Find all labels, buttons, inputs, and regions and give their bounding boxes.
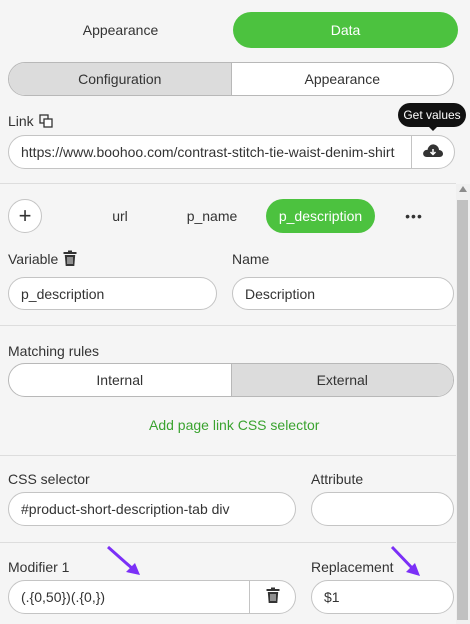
segment-internal[interactable]: Internal xyxy=(9,364,231,396)
add-page-link-css-selector[interactable]: Add page link CSS selector xyxy=(149,417,319,433)
matching-rules-segment: Internal External xyxy=(8,363,454,397)
modifier-label: Modifier 1 xyxy=(8,559,70,575)
get-values-tooltip: Get values xyxy=(398,103,466,127)
tab-data[interactable]: Data xyxy=(233,12,458,48)
annotation-arrow-modifier xyxy=(107,545,140,575)
attribute-input[interactable] xyxy=(311,492,454,526)
get-values-button[interactable] xyxy=(411,135,455,169)
divider xyxy=(0,183,456,184)
top-tabs: Appearance Data xyxy=(8,12,458,48)
trash-icon xyxy=(266,587,280,607)
css-selector-label: CSS selector xyxy=(8,471,90,487)
more-options-button[interactable]: ••• xyxy=(396,200,432,232)
divider xyxy=(0,325,456,326)
variable-label: Variable xyxy=(8,251,59,267)
replacement-input[interactable]: $1 xyxy=(311,580,454,614)
variable-label-row: Variable xyxy=(8,250,79,268)
link-input[interactable]: https://www.boohoo.com/contrast-stitch-t… xyxy=(8,135,412,169)
name-label: Name xyxy=(232,251,270,267)
segment-appearance[interactable]: Appearance xyxy=(230,63,454,95)
segment-external[interactable]: External xyxy=(230,364,453,396)
delete-modifier-button[interactable] xyxy=(249,580,296,614)
scrollbar-thumb[interactable] xyxy=(457,200,468,620)
link-label: Link xyxy=(8,113,34,129)
variable-chip-p-description[interactable]: p_description xyxy=(266,199,375,233)
attribute-label: Attribute xyxy=(311,471,364,487)
more-dots-icon: ••• xyxy=(405,208,423,224)
tab-appearance[interactable]: Appearance xyxy=(8,12,233,48)
name-input[interactable]: Description xyxy=(232,277,454,310)
config-appearance-segment: Configuration Appearance xyxy=(8,62,454,96)
tooltip-arrow xyxy=(428,126,438,131)
modifier-input[interactable]: (.{0,50})(.{0,}) xyxy=(8,580,250,614)
link-label-row: Link xyxy=(8,113,53,129)
matching-rules-label: Matching rules xyxy=(8,343,100,359)
copy-icon[interactable] xyxy=(39,114,53,128)
cloud-download-icon xyxy=(422,143,444,162)
variable-chip-p-name[interactable]: p_name xyxy=(178,200,246,232)
css-selector-input[interactable]: #product-short-description-tab div xyxy=(8,492,296,526)
variable-chip-url[interactable]: url xyxy=(96,200,144,232)
trash-icon[interactable] xyxy=(63,250,79,268)
plus-icon: + xyxy=(18,203,32,228)
scroll-up-arrow-icon[interactable] xyxy=(459,186,467,192)
add-variable-button[interactable]: + xyxy=(8,199,42,233)
annotation-arrow-replacement xyxy=(390,545,420,576)
variable-input[interactable]: p_description xyxy=(8,277,217,310)
segment-configuration[interactable]: Configuration xyxy=(9,63,231,95)
replacement-label: Replacement xyxy=(311,559,394,575)
divider xyxy=(0,455,456,456)
